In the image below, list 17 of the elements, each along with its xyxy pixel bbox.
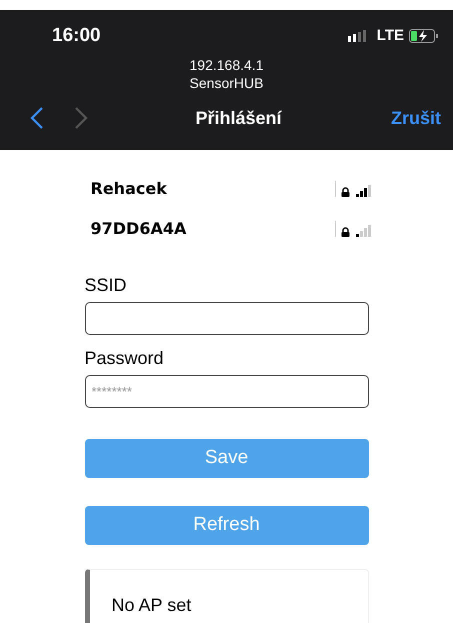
message-text: No AP set [112, 595, 192, 615]
network-type: LTE [376, 26, 404, 46]
action-button[interactable]: Save [84, 439, 368, 478]
cancel-button[interactable]: Zrušit [350, 104, 441, 132]
password-field[interactable]: ******** [84, 375, 368, 408]
battery-icon [409, 29, 439, 43]
network-name[interactable]: 97DD6A4A [90, 217, 186, 241]
action-button[interactable]: Refresh [84, 506, 368, 545]
network-name[interactable]: Rehacek [90, 177, 167, 201]
site-name: SensorHUB [190, 74, 264, 92]
status-time: 16:00 [52, 24, 101, 48]
back-icon[interactable] [30, 107, 44, 129]
field-label: SSID [84, 274, 128, 296]
field-label: Password [84, 347, 165, 369]
page-title: Přihlášení [195, 106, 282, 130]
url-text: 192.168.4.1 [190, 56, 264, 74]
ssid-field[interactable] [84, 302, 368, 335]
